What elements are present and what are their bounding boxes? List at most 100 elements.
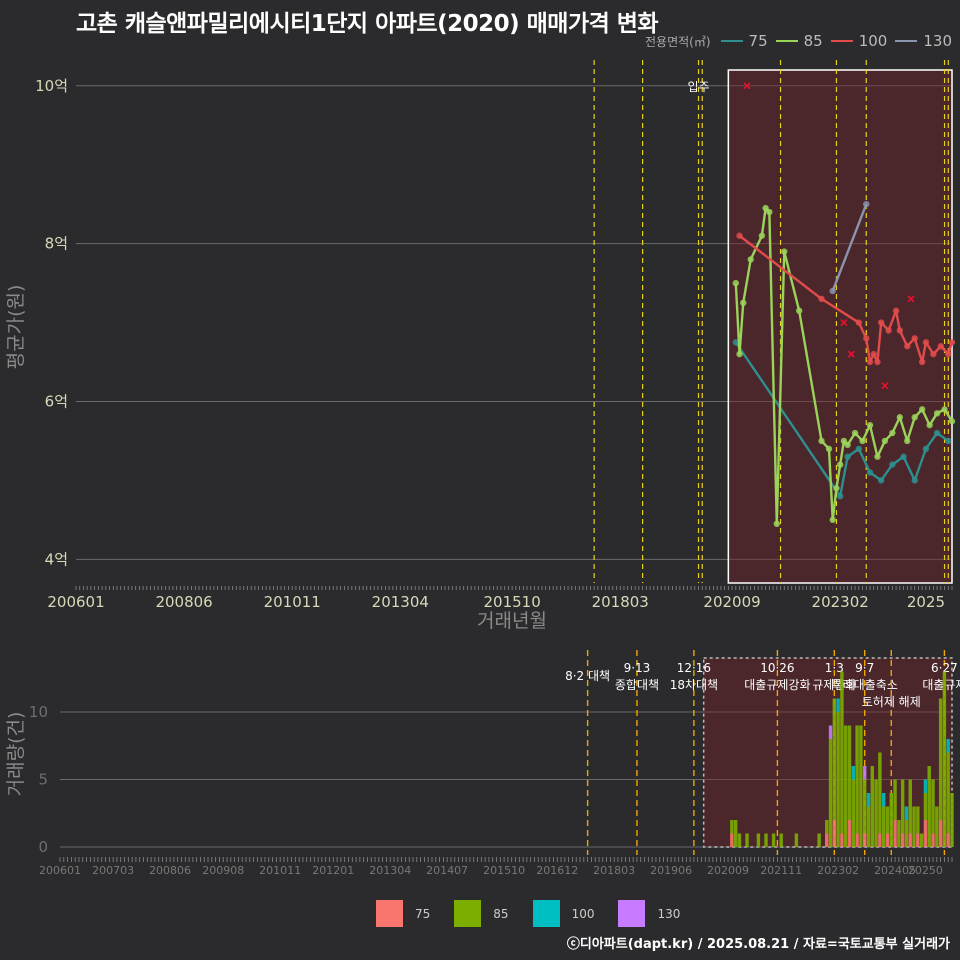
data-point-85 [851, 429, 859, 437]
data-point-85 [825, 445, 833, 453]
data-point-100 [736, 232, 743, 239]
bar-85 [771, 833, 776, 847]
legend-bottom: 75 85 100 130 [376, 900, 694, 927]
bar-85 [862, 779, 867, 834]
y-axis-label: 평균가(원) [5, 285, 27, 370]
bar-100 [946, 739, 950, 753]
data-point-100 [874, 358, 881, 366]
bar-75 [908, 833, 912, 847]
bar-85 [840, 671, 844, 834]
bar-85 [836, 712, 840, 847]
data-point-100 [877, 319, 885, 326]
x-tick-label: 200806 [155, 593, 212, 611]
data-point-100 [930, 350, 937, 358]
bar-85 [817, 833, 821, 847]
x-tick-label-bottom: 202009 [707, 864, 749, 877]
data-point-85 [933, 410, 941, 417]
data-point-85 [740, 299, 747, 307]
bar-85 [874, 779, 878, 847]
bar-85 [745, 833, 749, 847]
data-point-100 [922, 339, 930, 346]
legend-bottom-swatch [618, 900, 646, 927]
bar-75 [900, 833, 905, 847]
x-tick-label-bottom: 20250 [908, 864, 943, 877]
data-point-85 [896, 414, 904, 421]
data-point-85 [781, 248, 788, 255]
x-tick-label-bottom: 201011 [259, 864, 301, 877]
bar-85 [942, 671, 947, 847]
bar-85 [938, 698, 943, 820]
x-tick-label-bottom: 202111 [760, 864, 802, 877]
bar-75 [862, 833, 867, 847]
legend-bottom-label: 85 [493, 906, 509, 921]
x-tick-label: 200601 [47, 593, 104, 611]
data-point-130 [863, 200, 870, 208]
bar-75 [825, 833, 829, 847]
policy-label: 8·2 대책 [565, 668, 610, 683]
bar-100 [866, 793, 871, 807]
bar-85 [794, 833, 799, 847]
legend-bottom-item-85: 85 [454, 900, 509, 927]
legend-bottom-label: 75 [415, 906, 431, 921]
bar-85 [859, 725, 863, 847]
data-point-85 [773, 520, 780, 528]
bar-85 [916, 806, 920, 834]
data-point-75 [866, 469, 874, 476]
legend-bottom-item-130: 130 [618, 900, 680, 927]
data-point-85 [833, 485, 840, 492]
data-point-100 [866, 358, 874, 366]
data-point-100 [918, 358, 926, 366]
x-tick-label-bottom: 200601 [39, 864, 81, 877]
data-point-100 [885, 327, 892, 334]
bar-130 [828, 725, 833, 739]
data-point-100 [818, 295, 825, 303]
bar-85 [764, 833, 768, 847]
bar-85 [923, 793, 928, 820]
y-axis-label-bottom: 거래량(건) [5, 712, 27, 797]
data-point-75 [911, 477, 918, 484]
bar-85 [851, 779, 856, 847]
policy-label: 12·16 [677, 661, 711, 675]
data-point-75 [933, 429, 941, 437]
x-tick-label-bottom: 201407 [426, 864, 468, 877]
bar-85 [908, 779, 912, 834]
bar-85 [946, 752, 950, 834]
y-tick-label-bottom: 5 [38, 771, 48, 789]
bar-85 [825, 820, 829, 834]
policy-label: 10·26 [760, 661, 794, 675]
bar-85 [828, 739, 833, 847]
data-point-85 [889, 429, 896, 437]
bar-85 [779, 833, 783, 847]
data-point-75 [922, 445, 930, 453]
x-tick-label: 201304 [372, 593, 429, 611]
bar-85 [733, 820, 738, 847]
data-point-75 [844, 453, 851, 460]
data-point-85 [948, 418, 956, 425]
bar-85 [927, 766, 931, 847]
x-tick-label-bottom: 201201 [312, 864, 354, 877]
data-point-85 [747, 256, 754, 263]
data-point-75 [855, 445, 863, 453]
bar-75 [730, 833, 734, 847]
x-tick-label: 201011 [264, 593, 321, 611]
x-tick-label-bottom: 200703 [92, 864, 134, 877]
bar-85 [897, 820, 901, 847]
data-point-85 [758, 232, 766, 239]
policy-label: 9·13 [624, 661, 651, 675]
legend-bottom-label: 100 [571, 906, 595, 921]
data-point-85 [874, 453, 881, 460]
y-tick-label-bottom: 0 [38, 838, 48, 856]
data-point-85 [736, 350, 743, 358]
footer-credit: ⓒ디아파트(dapt.kr) / 2025.08.21 / 자료=국토교통부 실… [566, 937, 950, 952]
y-tick-label: 4억 [45, 550, 68, 568]
bar-85 [950, 793, 954, 847]
bar-85 [737, 833, 742, 847]
bar-75 [840, 833, 844, 847]
data-point-100 [911, 335, 918, 342]
y-tick-label: 10억 [35, 77, 68, 95]
bar-85 [878, 752, 882, 834]
bar-85 [866, 806, 871, 847]
bar-100 [881, 793, 886, 807]
bar-85 [893, 779, 897, 820]
x-tick-label-bottom: 200908 [202, 864, 244, 877]
